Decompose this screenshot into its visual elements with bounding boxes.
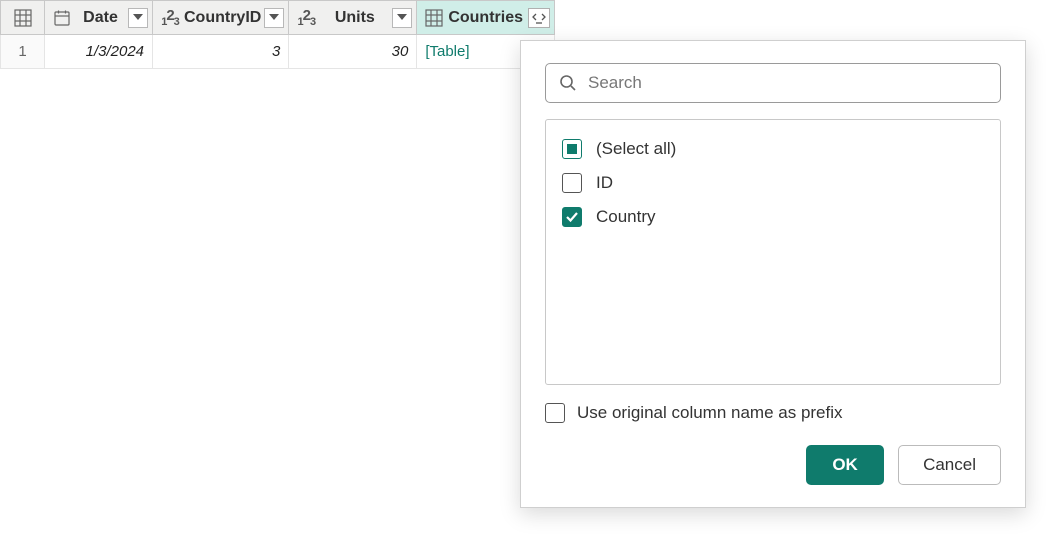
row-number: 1	[1, 35, 45, 69]
column-header-countryid[interactable]: 123 CountryID	[153, 1, 289, 35]
column-name: CountryID	[184, 9, 261, 27]
option-id[interactable]: ID	[560, 166, 986, 200]
expand-button-countries[interactable]	[528, 8, 550, 28]
checkbox-id[interactable]	[562, 173, 582, 193]
prefix-label: Use original column name as prefix	[577, 403, 843, 423]
number-type-icon: 123	[159, 7, 181, 29]
column-header-countries[interactable]: Countries	[417, 1, 555, 35]
table-icon	[14, 9, 32, 27]
option-label: ID	[596, 173, 613, 193]
chevron-down-icon	[269, 14, 279, 21]
button-row: OK Cancel	[545, 445, 1001, 485]
column-options-list: (Select all) ID Country	[545, 119, 1001, 385]
search-box	[545, 63, 1001, 103]
checkbox-country[interactable]	[562, 207, 582, 227]
table-type-icon	[423, 7, 445, 29]
column-name: Countries	[448, 9, 523, 27]
filter-button-countryid[interactable]	[264, 8, 284, 28]
option-label: (Select all)	[596, 139, 676, 159]
prefix-option-row[interactable]: Use original column name as prefix	[545, 403, 1001, 423]
column-header-date[interactable]: Date	[45, 1, 153, 35]
expand-column-popup: (Select all) ID Country Use original col…	[520, 40, 1026, 508]
cell-units[interactable]: 30	[289, 35, 417, 69]
column-header-units[interactable]: 123 Units	[289, 1, 417, 35]
search-input[interactable]	[545, 63, 1001, 103]
header-row: Date 123 CountryID	[1, 1, 555, 35]
select-all-corner[interactable]	[1, 1, 45, 35]
ok-button[interactable]: OK	[806, 445, 884, 485]
table-link[interactable]: [Table]	[425, 43, 469, 60]
checkbox-select-all[interactable]	[562, 139, 582, 159]
data-table: Date 123 CountryID	[0, 0, 555, 69]
cancel-button[interactable]: Cancel	[898, 445, 1001, 485]
filter-button-units[interactable]	[392, 8, 412, 28]
cell-countryid[interactable]: 3	[153, 35, 289, 69]
checkbox-prefix[interactable]	[545, 403, 565, 423]
column-name: Date	[76, 9, 125, 27]
option-select-all[interactable]: (Select all)	[560, 132, 986, 166]
column-name: Units	[320, 9, 389, 27]
chevron-down-icon	[133, 14, 143, 21]
expand-icon	[531, 11, 547, 25]
table-row[interactable]: 1 1/3/2024 3 30 [Table]	[1, 35, 555, 69]
number-type-icon: 123	[295, 7, 317, 29]
filter-button-date[interactable]	[128, 8, 148, 28]
chevron-down-icon	[397, 14, 407, 21]
date-type-icon	[51, 7, 73, 29]
cell-date[interactable]: 1/3/2024	[45, 35, 153, 69]
option-label: Country	[596, 207, 656, 227]
option-country[interactable]: Country	[560, 200, 986, 234]
search-icon	[559, 74, 577, 92]
